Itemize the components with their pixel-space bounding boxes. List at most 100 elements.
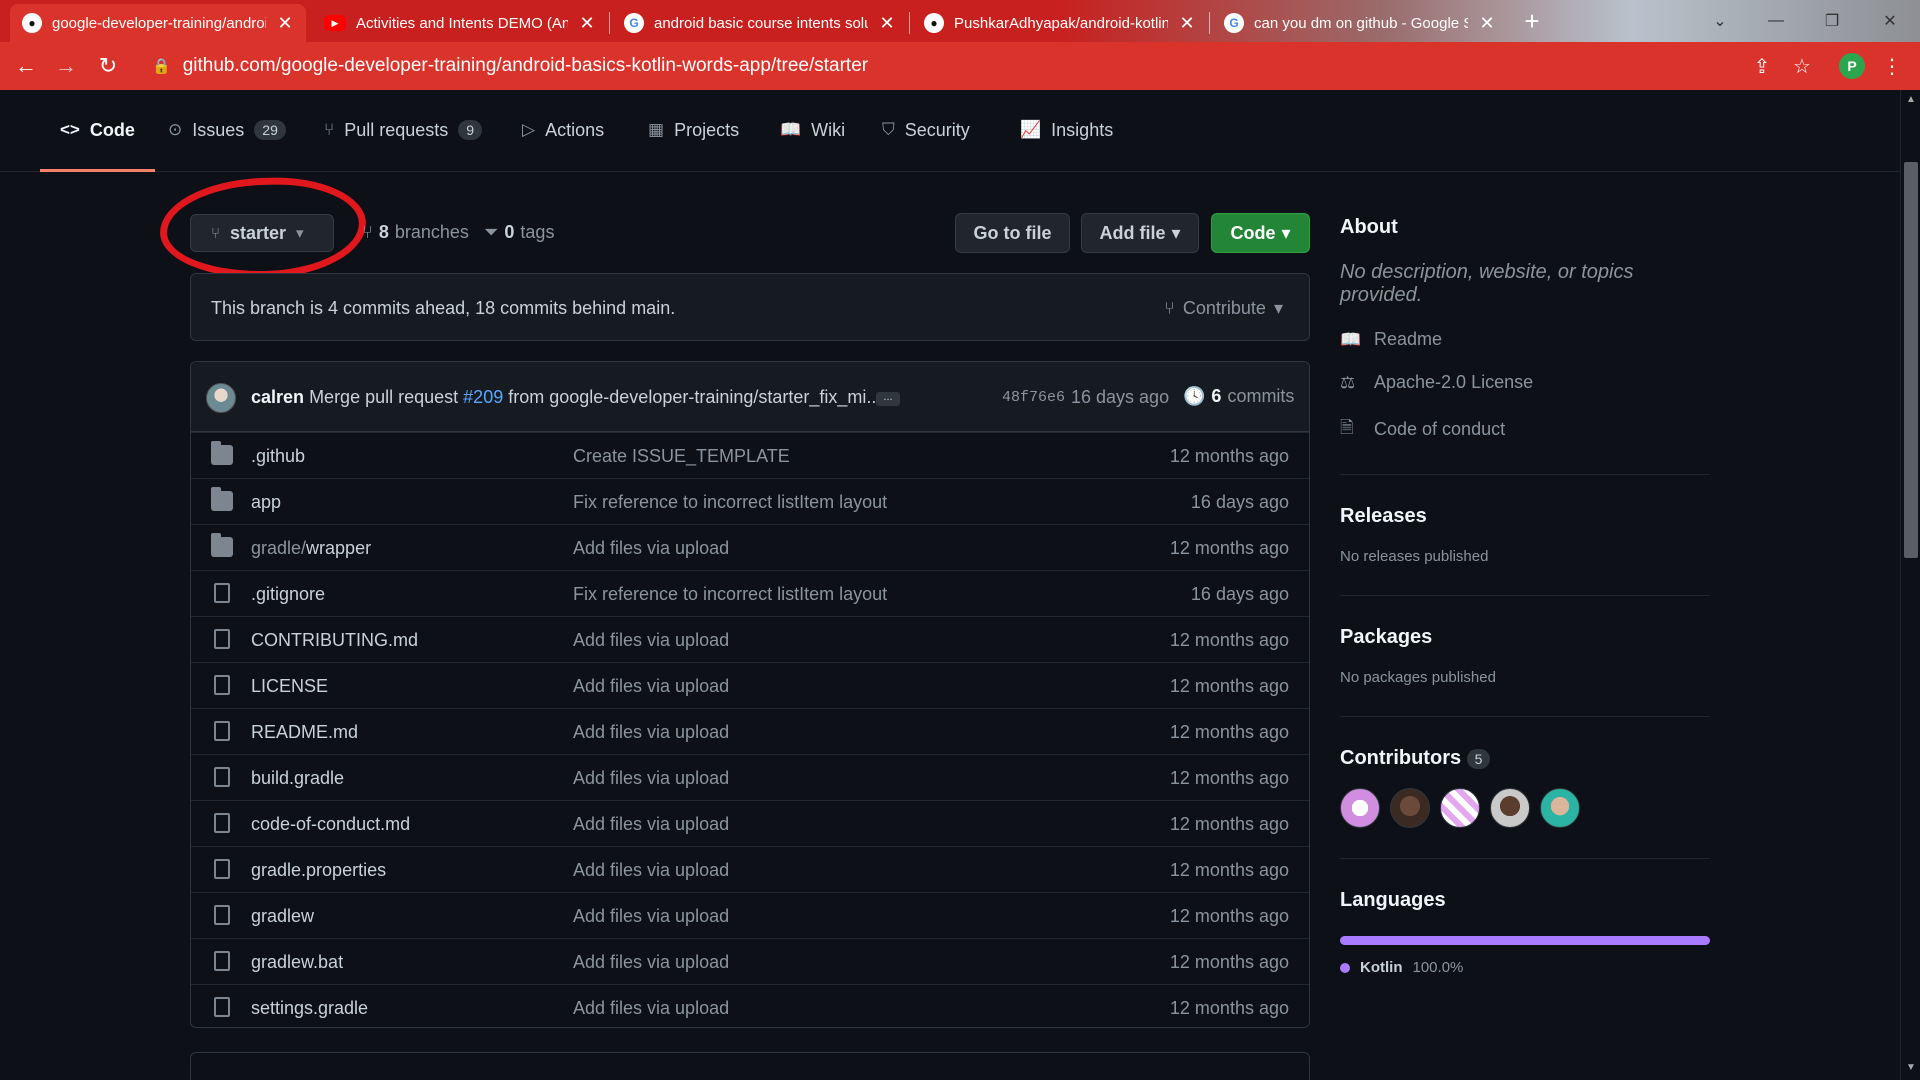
file-commit-message[interactable]: Add files via upload bbox=[573, 860, 729, 881]
tab-projects[interactable]: ▦ Projects bbox=[628, 120, 759, 172]
forward-arrow-icon[interactable]: → bbox=[46, 46, 86, 86]
bookmark-star-icon[interactable]: ☆ bbox=[1784, 48, 1820, 84]
tab-security[interactable]: ⛉ Security bbox=[862, 120, 990, 172]
contribute-button[interactable]: ⑂ Contribute ▾ bbox=[1164, 298, 1283, 319]
code-of-conduct-link[interactable]: 🗎 Code of conduct bbox=[1340, 415, 1710, 444]
license-link[interactable]: ⚖ Apache-2.0 License bbox=[1340, 372, 1710, 393]
file-name[interactable]: LICENSE bbox=[251, 676, 328, 697]
window-close-icon[interactable]: ✕ bbox=[1860, 0, 1920, 42]
table-row[interactable]: LICENSE Add files via upload 12 months a… bbox=[191, 662, 1309, 708]
file-name[interactable]: CONTRIBUTING.md bbox=[251, 630, 418, 651]
close-icon[interactable]: ✕ bbox=[578, 13, 596, 34]
pull-request-link[interactable]: #209 bbox=[463, 387, 503, 407]
scroll-down-icon[interactable]: ▼ bbox=[1906, 1062, 1916, 1073]
file-name[interactable]: app bbox=[251, 492, 281, 513]
contributors-heading[interactable]: Contributors 5 bbox=[1340, 747, 1710, 770]
file-name[interactable]: settings.gradle bbox=[251, 998, 368, 1019]
tab-pull-requests[interactable]: ⑂ Pull requests 9 bbox=[304, 120, 502, 172]
browser-tab-youtube[interactable]: ▶ Activities and Intents DEMO (Andr ✕ bbox=[312, 4, 608, 42]
table-row[interactable]: app Fix reference to incorrect listItem … bbox=[191, 478, 1309, 524]
table-row[interactable]: gradlew Add files via upload 12 months a… bbox=[191, 892, 1309, 938]
readme-link[interactable]: 📖 Readme bbox=[1340, 329, 1710, 350]
table-row[interactable]: settings.gradle Add files via upload 12 … bbox=[191, 984, 1309, 1027]
browser-tab-google-search[interactable]: G android basic course intents solu ✕ bbox=[612, 4, 908, 42]
close-icon[interactable]: ✕ bbox=[276, 13, 294, 34]
browser-tab-google-search-2[interactable]: G can you dm on github - Google S ✕ bbox=[1212, 4, 1508, 42]
file-commit-message[interactable]: Add files via upload bbox=[573, 630, 729, 651]
packages-heading[interactable]: Packages bbox=[1340, 626, 1710, 649]
close-icon[interactable]: ✕ bbox=[878, 13, 896, 34]
tab-code[interactable]: <> Code bbox=[40, 120, 155, 172]
table-row[interactable]: .gitignore Fix reference to incorrect li… bbox=[191, 570, 1309, 616]
table-row[interactable]: build.gradle Add files via upload 12 mon… bbox=[191, 754, 1309, 800]
file-name[interactable]: .gitignore bbox=[251, 584, 325, 605]
table-row[interactable]: gradle.properties Add files via upload 1… bbox=[191, 846, 1309, 892]
avatar[interactable] bbox=[1490, 788, 1530, 828]
file-name[interactable]: code-of-conduct.md bbox=[251, 814, 410, 835]
commit-message-suffix[interactable]: from google-developer-training/starter_f… bbox=[508, 387, 881, 407]
tab-actions[interactable]: ▷ Actions bbox=[502, 120, 624, 172]
add-file-button[interactable]: Add file ▾ bbox=[1081, 213, 1199, 253]
avatar[interactable] bbox=[1440, 788, 1480, 828]
file-commit-message[interactable]: Add files via upload bbox=[573, 952, 729, 973]
reload-icon[interactable]: ↻ bbox=[88, 46, 128, 86]
page-scrollbar[interactable]: ▲ ▼ bbox=[1900, 90, 1920, 1080]
file-name[interactable]: README.md bbox=[251, 722, 358, 743]
file-commit-message[interactable]: Add files via upload bbox=[573, 814, 729, 835]
file-commit-message[interactable]: Fix reference to incorrect listItem layo… bbox=[573, 492, 887, 513]
branches-link[interactable]: ⑂ 8 branches bbox=[362, 222, 469, 243]
avatar[interactable] bbox=[1390, 788, 1430, 828]
file-name[interactable]: gradle/wrapper bbox=[251, 538, 371, 559]
tab-insights[interactable]: 📈 Insights bbox=[1000, 120, 1133, 172]
browser-menu-icon[interactable]: ⋮ bbox=[1874, 48, 1910, 84]
commit-history-link[interactable]: 🕓 6 commits bbox=[1183, 386, 1294, 407]
table-row[interactable]: gradle/wrapper Add files via upload 12 m… bbox=[191, 524, 1309, 570]
file-name[interactable]: .github bbox=[251, 446, 305, 467]
close-icon[interactable]: ✕ bbox=[1478, 13, 1496, 34]
file-name[interactable]: gradlew bbox=[251, 906, 314, 927]
tab-wiki[interactable]: 📖 Wiki bbox=[760, 120, 865, 172]
file-commit-message[interactable]: Add files via upload bbox=[573, 538, 729, 559]
avatar[interactable] bbox=[206, 383, 236, 413]
language-item[interactable]: Kotlin 100.0% bbox=[1340, 959, 1710, 976]
commit-sha[interactable]: 48f76e6 bbox=[1002, 389, 1065, 406]
table-row[interactable]: .github Create ISSUE_TEMPLATE 12 months … bbox=[191, 432, 1309, 478]
file-name[interactable]: gradlew.bat bbox=[251, 952, 343, 973]
file-name[interactable]: gradle.properties bbox=[251, 860, 386, 881]
file-commit-message[interactable]: Add files via upload bbox=[573, 906, 729, 927]
table-row[interactable]: README.md Add files via upload 12 months… bbox=[191, 708, 1309, 754]
share-icon[interactable]: ⇪ bbox=[1744, 48, 1780, 84]
address-bar[interactable]: 🔒 github.com/google-developer-training/a… bbox=[140, 48, 1740, 84]
tab-issues[interactable]: ⊙ Issues 29 bbox=[148, 120, 306, 172]
code-download-button[interactable]: Code ▾ bbox=[1211, 213, 1310, 253]
file-commit-message[interactable]: Add files via upload bbox=[573, 676, 729, 697]
commit-message-prefix[interactable]: Merge pull request bbox=[309, 387, 458, 407]
back-arrow-icon[interactable]: ← bbox=[6, 46, 46, 86]
browser-tab-github-repo[interactable]: ● google-developer-training/android ✕ bbox=[10, 4, 306, 42]
expand-commit-button[interactable]: ... bbox=[876, 392, 900, 406]
table-row[interactable]: CONTRIBUTING.md Add files via upload 12 … bbox=[191, 616, 1309, 662]
close-icon[interactable]: ✕ bbox=[1178, 13, 1196, 34]
releases-heading[interactable]: Releases bbox=[1340, 505, 1710, 528]
scroll-up-icon[interactable]: ▲ bbox=[1906, 94, 1916, 105]
restore-icon[interactable]: ❐ bbox=[1804, 0, 1860, 42]
file-commit-message[interactable]: Add files via upload bbox=[573, 998, 729, 1019]
new-tab-button[interactable]: + bbox=[1518, 8, 1546, 36]
tags-link[interactable]: ⏷ 0 tags bbox=[484, 222, 554, 243]
scroll-thumb[interactable] bbox=[1904, 162, 1918, 558]
tab-search-icon[interactable]: ⌄ bbox=[1692, 0, 1748, 42]
avatar[interactable] bbox=[1340, 788, 1380, 828]
table-row[interactable]: gradlew.bat Add files via upload 12 mont… bbox=[191, 938, 1309, 984]
profile-avatar[interactable]: P bbox=[1834, 48, 1870, 84]
file-commit-message[interactable]: Add files via upload bbox=[573, 768, 729, 789]
table-row[interactable]: code-of-conduct.md Add files via upload … bbox=[191, 800, 1309, 846]
file-commit-message[interactable]: Add files via upload bbox=[573, 722, 729, 743]
file-commit-message[interactable]: Create ISSUE_TEMPLATE bbox=[573, 446, 790, 467]
file-name[interactable]: build.gradle bbox=[251, 768, 344, 789]
browser-tab-github-fork[interactable]: ● PushkarAdhyapak/android-kotlin ✕ bbox=[912, 4, 1208, 42]
commit-author[interactable]: calren bbox=[251, 387, 304, 407]
file-commit-message[interactable]: Fix reference to incorrect listItem layo… bbox=[573, 584, 887, 605]
avatar[interactable] bbox=[1540, 788, 1580, 828]
minimize-icon[interactable]: — bbox=[1748, 0, 1804, 42]
go-to-file-button[interactable]: Go to file bbox=[955, 213, 1070, 253]
